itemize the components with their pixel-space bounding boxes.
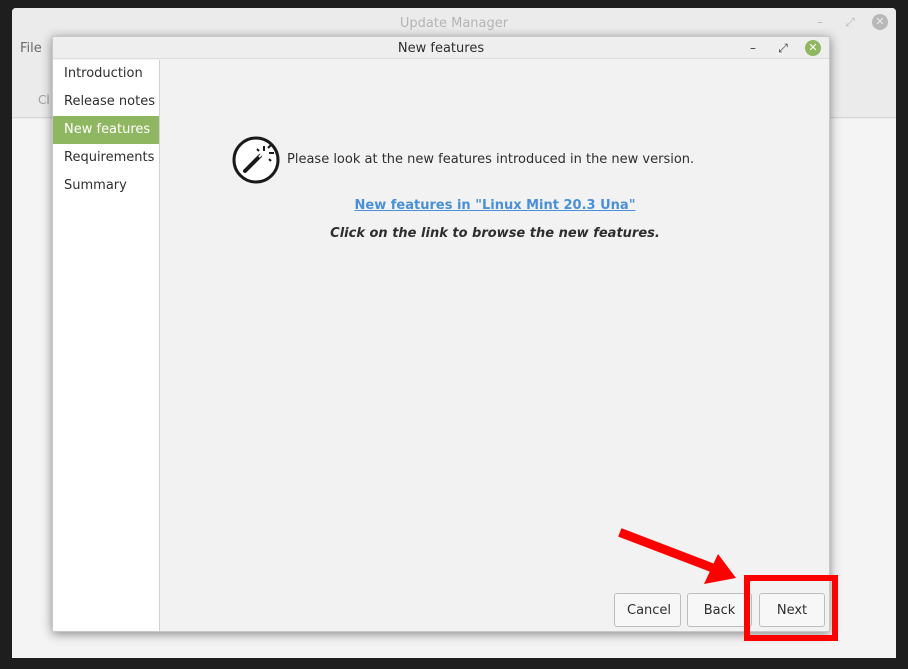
new-features-dialog: New features – ⤢ ✕ Introduction Release … xyxy=(52,36,830,632)
sidebar-item-new-features[interactable]: New features xyxy=(53,116,159,144)
menu-file[interactable]: File xyxy=(20,41,42,56)
dialog-title: New features xyxy=(397,41,485,56)
wizard-content: Please look at the new features introduc… xyxy=(161,60,829,631)
dialog-maximize-icon[interactable]: ⤢ xyxy=(775,40,791,56)
wizard-sidebar: Introduction Release notes New features … xyxy=(53,60,160,631)
sidebar-item-summary[interactable]: Summary xyxy=(53,172,159,200)
back-button[interactable]: Back xyxy=(687,593,752,627)
toolbar-clear-label[interactable]: Cl xyxy=(38,93,50,107)
next-button[interactable]: Next xyxy=(759,593,825,627)
maximize-icon[interactable]: ⤢ xyxy=(842,14,858,30)
close-icon[interactable]: ✕ xyxy=(872,14,888,30)
sidebar-item-requirements[interactable]: Requirements xyxy=(53,144,159,172)
dialog-minimize-icon[interactable]: – xyxy=(745,40,761,56)
update-manager-titlebar: Update Manager – ⤢ ✕ xyxy=(12,8,896,38)
dialog-titlebar: New features – ⤢ ✕ xyxy=(53,37,829,59)
magic-wand-icon xyxy=(232,136,280,184)
update-manager-title: Update Manager xyxy=(399,16,509,31)
minimize-icon[interactable]: – xyxy=(812,14,828,30)
new-features-link[interactable]: New features in "Linux Mint 20.3 Una" xyxy=(161,198,829,213)
intro-text: Please look at the new features introduc… xyxy=(287,152,695,167)
sidebar-item-release-notes[interactable]: Release notes xyxy=(53,88,159,116)
cancel-button[interactable]: Cancel xyxy=(614,593,681,627)
sidebar-item-introduction[interactable]: Introduction xyxy=(53,60,159,88)
hint-text: Click on the link to browse the new feat… xyxy=(330,226,660,241)
dialog-close-icon[interactable]: ✕ xyxy=(805,40,821,56)
